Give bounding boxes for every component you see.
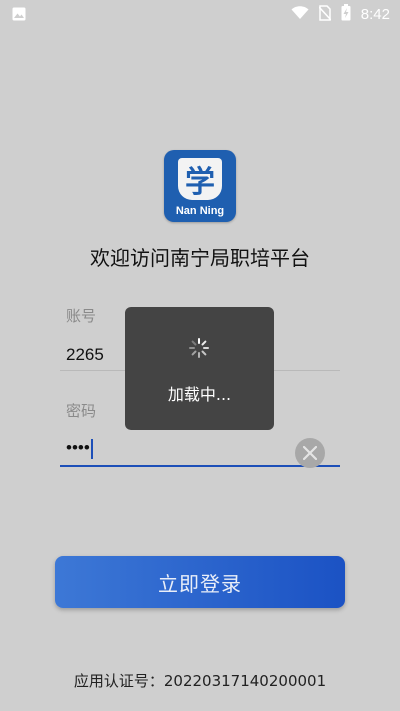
loading-dialog: 加载中... (125, 307, 274, 430)
welcome-title: 欢迎访问南宁局职培平台 (90, 246, 310, 270)
text-cursor (90, 438, 93, 459)
spinner-icon (189, 338, 209, 358)
password-value: •••• (66, 438, 90, 457)
password-input[interactable]: •••• (66, 438, 93, 459)
app-certification: 应用认证号：20220317140200001 (73, 672, 327, 690)
wifi-icon (291, 5, 309, 24)
account-input[interactable]: 2265 (66, 345, 104, 365)
battery-charging-icon (341, 4, 351, 25)
login-button[interactable]: 立即登录 (55, 556, 345, 608)
clear-input-button[interactable] (295, 438, 325, 468)
app-logo: 学 Nan Ning (164, 150, 236, 222)
logo-caption: Nan Ning (175, 205, 225, 217)
no-sim-icon (318, 4, 332, 25)
status-bar: 8:42 (0, 0, 400, 26)
loading-text: 加载中... (167, 385, 232, 404)
password-label: 密码 (66, 402, 97, 420)
logo-shield: 学 (178, 158, 222, 200)
password-underline (60, 465, 340, 467)
account-label: 账号 (66, 307, 97, 325)
close-icon (303, 446, 317, 460)
image-icon (12, 6, 26, 25)
logo-char: 学 (185, 165, 215, 200)
status-time: 8:42 (360, 6, 390, 23)
